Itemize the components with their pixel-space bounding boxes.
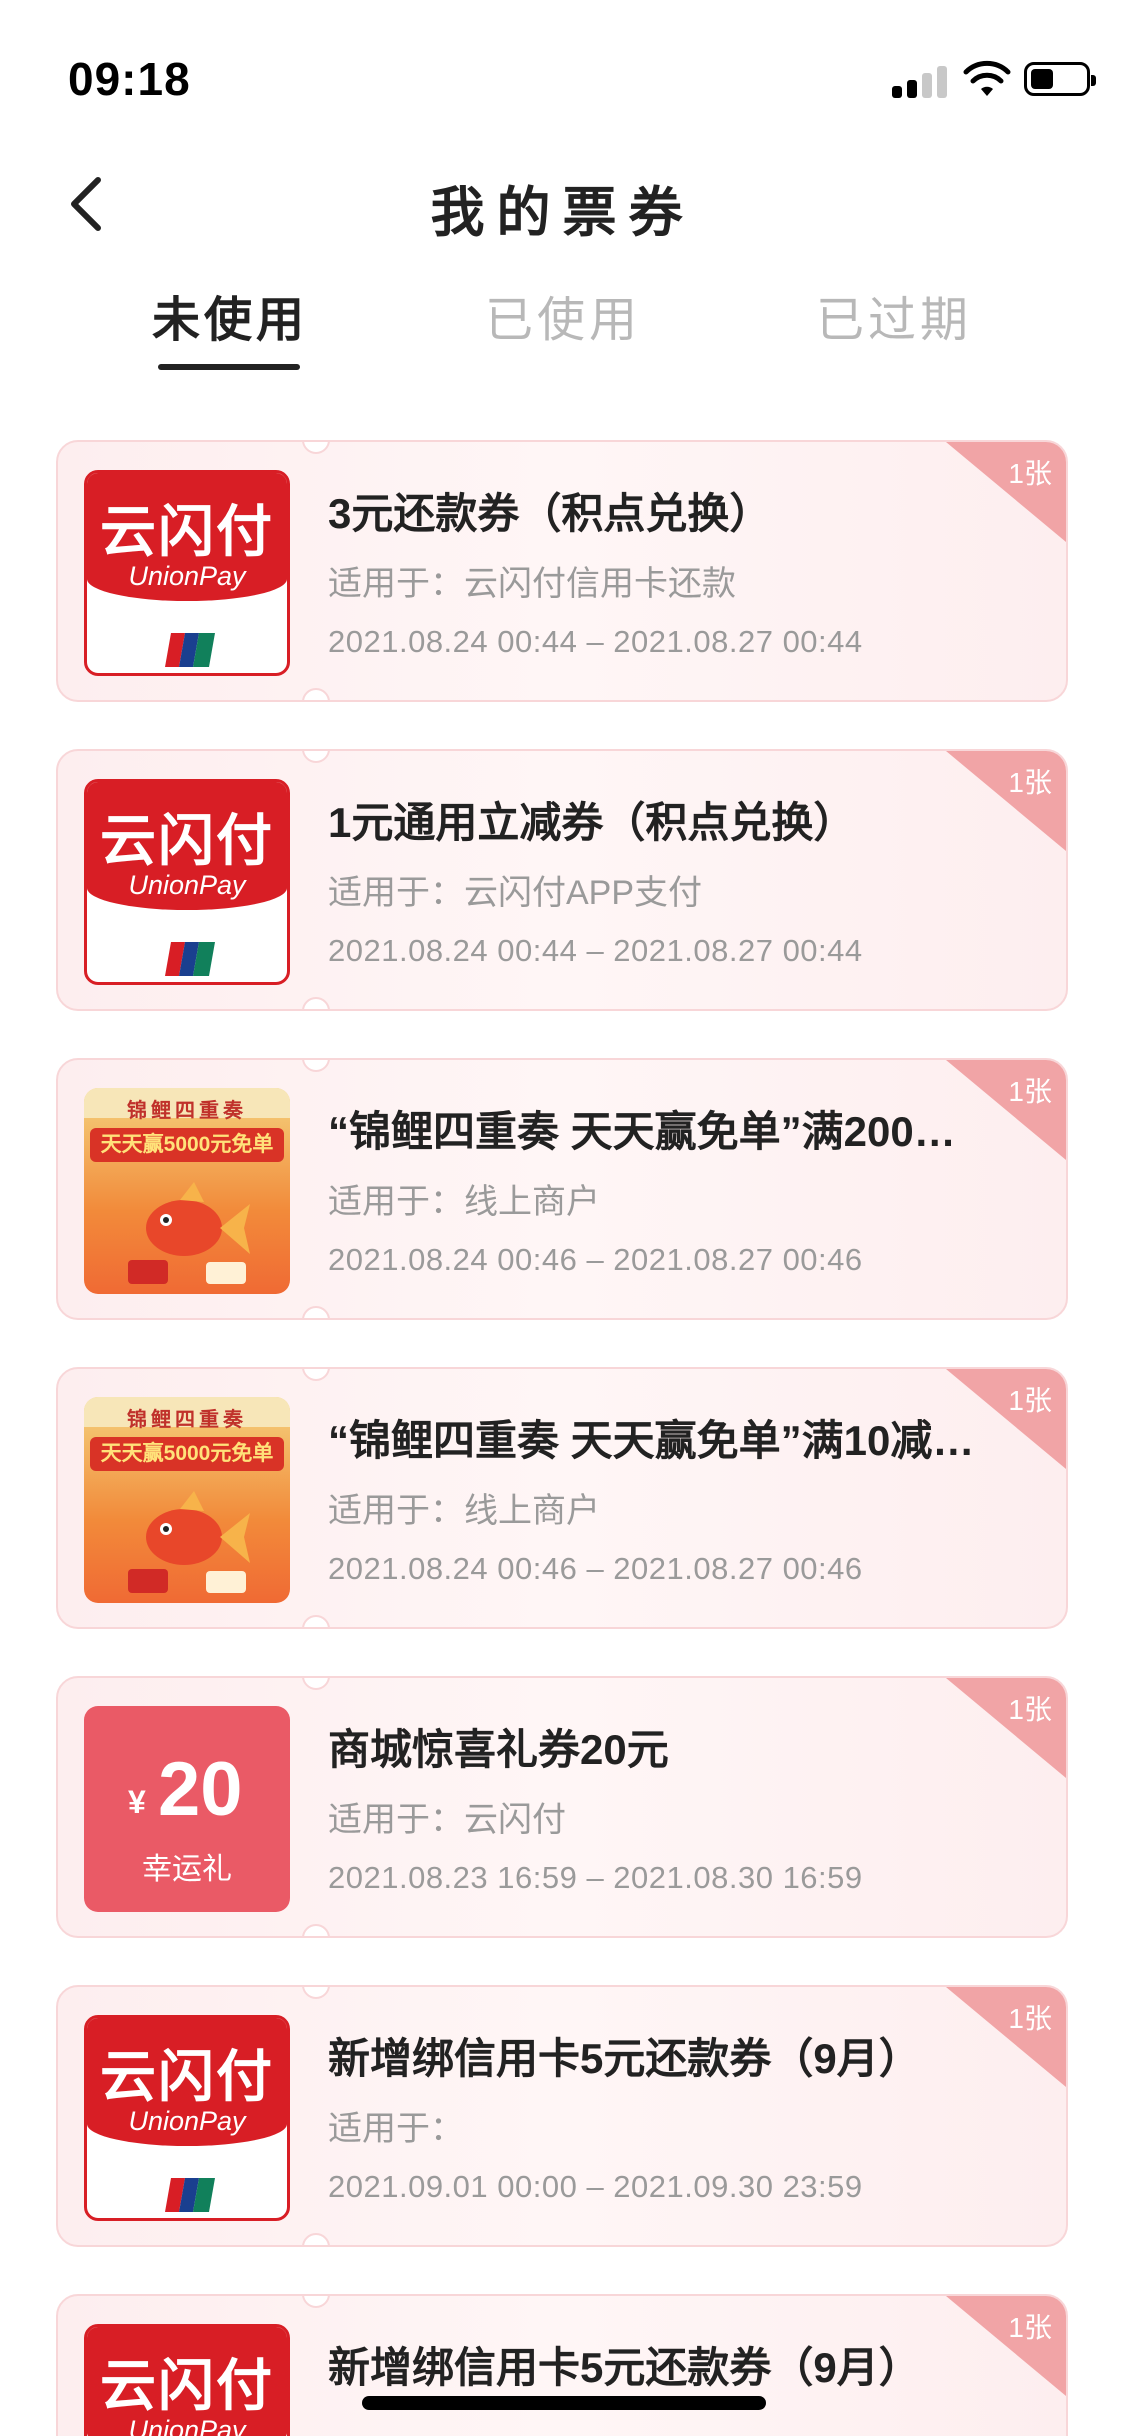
koi-fish-icon [128, 1491, 250, 1593]
coupon-validity: 2021.08.24 00:44 – 2021.08.27 00:44 [328, 933, 863, 968]
coupon-validity: 2021.08.23 16:59 – 2021.08.30 16:59 [328, 1860, 863, 1895]
header: 我的票券 [0, 150, 1125, 260]
coupon-title: 3元还款券（积点兑换） [328, 490, 772, 537]
quantity-badge: 1张 [1008, 1076, 1052, 1107]
status-time: 09:18 [68, 53, 191, 105]
page-title: 我的票券 [430, 183, 695, 243]
coupon-validity: 2021.09.01 00:00 – 2021.09.30 23:59 [328, 2169, 863, 2204]
coupon-title: “锦鲤四重奏 天天赢免单”满200… [328, 1108, 956, 1155]
coupon-scope: 适用于：云闪付 [328, 1801, 566, 1839]
unionpay-logo: 云闪付 UnionPay [84, 779, 290, 985]
quantity-badge: 1张 [1008, 767, 1052, 798]
coupon-scope: 适用于：线上商户 [328, 1492, 600, 1530]
unionpay-logo: 云闪付 UnionPay [84, 2015, 290, 2221]
unionpay-card-icon [165, 633, 215, 667]
coupon-card[interactable]: 云闪付 UnionPay 1元通用立减券（积点兑换） 适用于：云闪付APP支付 … [56, 749, 1068, 1011]
koi-banner: 锦鲤四重奏 天天赢5000元免单 [84, 1397, 290, 1603]
coupon-title: 1元通用立减券（积点兑换） [328, 799, 856, 846]
amount-tile: ¥ 20 幸运礼 [84, 1706, 290, 1912]
quantity-badge: 1张 [1008, 2312, 1052, 2343]
tab-expired[interactable]: 已过期 [774, 280, 1014, 375]
coupon-card[interactable]: 锦鲤四重奏 天天赢5000元免单 “锦鲤四重奏 天天赢免单”满200… 适用于：… [56, 1058, 1068, 1320]
tab-unused[interactable]: 未使用 [110, 280, 350, 375]
wifi-icon [963, 60, 1011, 96]
coupon-card[interactable]: 云闪付 UnionPay 新增绑信用卡5元还款券（9月） 适用于： 2021.0… [56, 1985, 1068, 2247]
coupon-validity: 2021.08.24 00:46 – 2021.08.27 00:46 [328, 1551, 863, 1586]
coupon-scope: 适用于：云闪付信用卡还款 [328, 565, 736, 603]
active-tab-indicator [158, 364, 300, 370]
coupon-scope: 适用于：云闪付APP支付 [328, 874, 703, 912]
koi-banner: 锦鲤四重奏 天天赢5000元免单 [84, 1088, 290, 1294]
coupon-card[interactable]: ¥ 20 幸运礼 商城惊喜礼券20元 适用于：云闪付 2021.08.23 16… [56, 1676, 1068, 1938]
coupon-validity: 2021.08.24 00:46 – 2021.08.27 00:46 [328, 1242, 863, 1277]
coupon-scope: 适用于： [328, 2110, 464, 2148]
battery-icon [1024, 62, 1096, 96]
unionpay-card-icon [165, 2178, 215, 2212]
tab-used[interactable]: 已使用 [443, 280, 683, 375]
coupon-title: 商城惊喜礼券20元 [328, 1726, 669, 1773]
home-indicator[interactable] [362, 2396, 766, 2410]
quantity-badge: 1张 [1008, 1694, 1052, 1725]
coupon-card[interactable]: 锦鲤四重奏 天天赢5000元免单 “锦鲤四重奏 天天赢免单”满10减… 适用于：… [56, 1367, 1068, 1629]
koi-fish-icon [128, 1182, 250, 1284]
coupon-title: “锦鲤四重奏 天天赢免单”满10减… [328, 1417, 975, 1464]
cellular-signal-icon [892, 66, 950, 98]
coupon-validity: 2021.08.24 00:44 – 2021.08.27 00:44 [328, 624, 863, 659]
unionpay-logo: 云闪付 UnionPay [84, 2324, 290, 2436]
coupon-title: 新增绑信用卡5元还款券（9月） [328, 2035, 921, 2082]
status-bar: 09:18 [0, 0, 1125, 150]
coupon-card[interactable]: 云闪付 UnionPay 3元还款券（积点兑换） 适用于：云闪付信用卡还款 20… [56, 440, 1068, 702]
tab-bar: 未使用 已使用 已过期 [0, 280, 1125, 380]
quantity-badge: 1张 [1008, 458, 1052, 489]
coupon-scope: 适用于：线上商户 [328, 1183, 600, 1221]
unionpay-card-icon [165, 942, 215, 976]
unionpay-logo: 云闪付 UnionPay [84, 470, 290, 676]
coupon-title: 新增绑信用卡5元还款券（9月） [328, 2344, 921, 2391]
quantity-badge: 1张 [1008, 2003, 1052, 2034]
quantity-badge: 1张 [1008, 1385, 1052, 1416]
coupon-card[interactable]: 云闪付 UnionPay 新增绑信用卡5元还款券（9月） 1张 [56, 2294, 1068, 2436]
